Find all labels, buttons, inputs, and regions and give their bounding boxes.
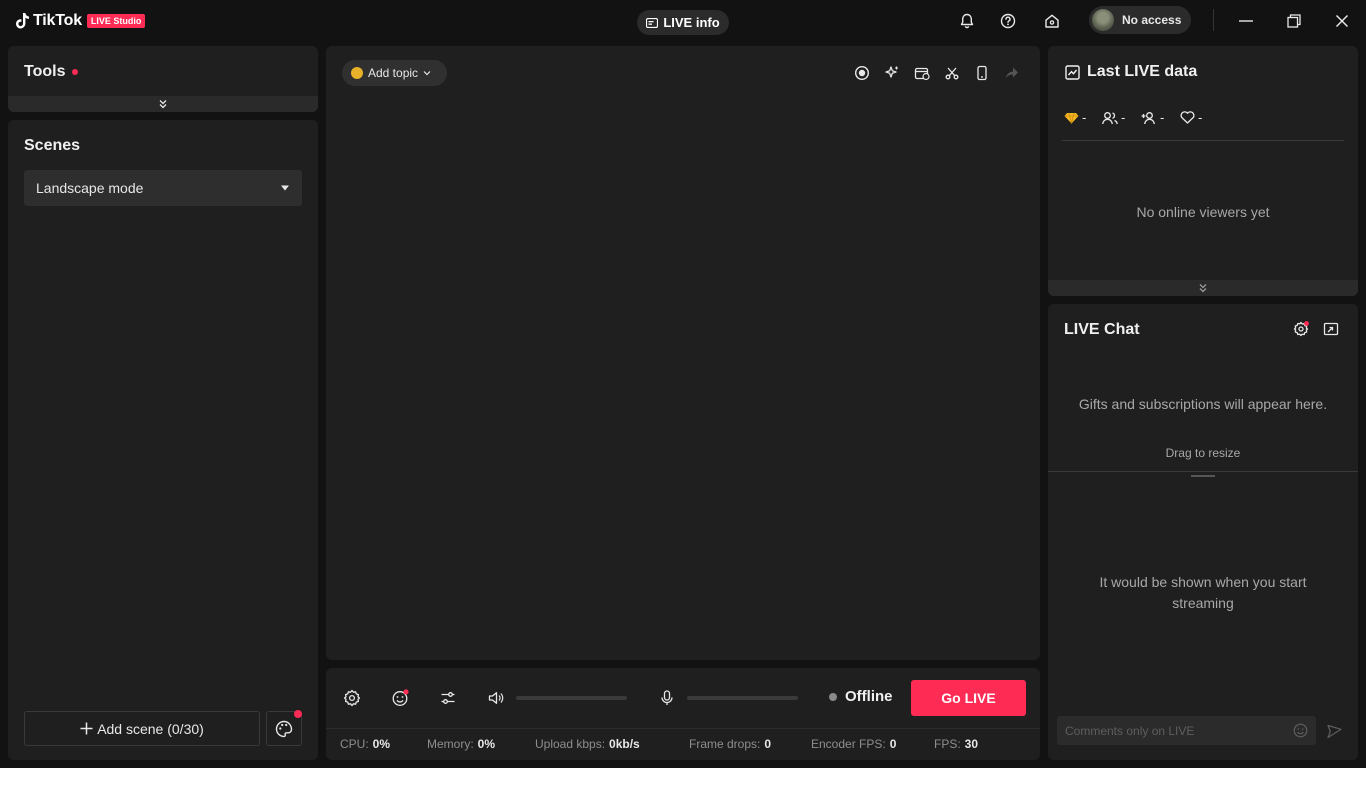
restore-window-icon[interactable] bbox=[1282, 9, 1306, 33]
tools-new-dot bbox=[72, 69, 79, 75]
last-live-header: Last LIVE data bbox=[1065, 63, 1197, 81]
stat-upload-kbps: Upload kbps: 0kb/s bbox=[535, 737, 640, 751]
new-followers-icon bbox=[1141, 111, 1157, 125]
home-icon[interactable] bbox=[1040, 9, 1064, 33]
adjustments-sliders-icon[interactable] bbox=[436, 687, 460, 709]
diamond-icon bbox=[1064, 112, 1079, 124]
speaker-volume-icon[interactable] bbox=[484, 687, 508, 709]
stream-status-label: Offline bbox=[845, 688, 893, 705]
chevron-down-icon bbox=[423, 70, 431, 76]
last-live-title: Last LIVE data bbox=[1087, 63, 1198, 80]
tiktok-note-icon bbox=[16, 13, 30, 29]
stat-fps: FPS: 30 bbox=[934, 737, 979, 751]
stat-frame-drops: Frame drops: 0 bbox=[689, 737, 772, 751]
topic-emoji-icon bbox=[351, 67, 363, 79]
scene-mode-select[interactable]: Landscape mode bbox=[24, 170, 302, 206]
chat-resize-divider[interactable] bbox=[1048, 471, 1358, 472]
add-scene-button[interactable]: Add scene (0/30) bbox=[24, 711, 260, 746]
comment-input[interactable]: Comments only on LIVE bbox=[1057, 716, 1316, 745]
tiktok-live-studio-window: TikTok LIVE Studio LIVE info No access T… bbox=[0, 0, 1366, 768]
help-icon[interactable] bbox=[996, 9, 1020, 33]
double-chevron-down-icon bbox=[158, 99, 168, 109]
stat-cpu: CPU: 0% bbox=[340, 737, 391, 751]
double-chevron-down-icon bbox=[1198, 283, 1208, 293]
tools-expand-toggle[interactable] bbox=[8, 96, 318, 112]
live-info-icon bbox=[646, 17, 659, 28]
drag-to-resize-hint: Drag to resize bbox=[1165, 446, 1241, 460]
last-live-divider bbox=[1062, 140, 1344, 141]
notifications-bell-icon[interactable] bbox=[955, 9, 979, 33]
no-viewers-message: No online viewers yet bbox=[1136, 204, 1270, 220]
last-live-data-panel: Last LIVE data No online viewers yet bbox=[1048, 46, 1358, 296]
wallet-icon[interactable] bbox=[912, 63, 932, 83]
status-dot bbox=[829, 692, 837, 701]
last-live-expand-toggle[interactable] bbox=[1048, 280, 1358, 296]
likes-icon bbox=[1180, 111, 1195, 124]
tools-header: Tools bbox=[24, 63, 79, 81]
plus-icon bbox=[80, 722, 93, 735]
metric-new-followers: - bbox=[1141, 110, 1164, 125]
microphone-icon[interactable] bbox=[655, 687, 679, 709]
go-live-button[interactable]: Go LIVE bbox=[911, 680, 1026, 716]
effects-face-icon[interactable] bbox=[388, 687, 412, 709]
preview-canvas[interactable] bbox=[326, 46, 1040, 660]
add-topic-button[interactable]: Add topic bbox=[342, 60, 447, 86]
palette-icon bbox=[274, 719, 294, 739]
share-icon[interactable] bbox=[1002, 63, 1022, 83]
account-button[interactable]: No access bbox=[1089, 6, 1191, 34]
title-bar: TikTok LIVE Studio LIVE info No access bbox=[0, 0, 1366, 42]
chat-settings-gear-icon[interactable] bbox=[1292, 320, 1310, 338]
stat-encoder-fps: Encoder FPS: 0 bbox=[811, 737, 897, 751]
live-studio-badge: LIVE Studio bbox=[86, 14, 146, 28]
chat-empty-message: It would be shown when you start streami… bbox=[1099, 574, 1307, 611]
palette-new-dot bbox=[294, 710, 302, 718]
gifts-hint-message: Gifts and subscriptions will appear here… bbox=[1078, 396, 1328, 412]
sparkle-effects-icon[interactable] bbox=[882, 63, 902, 83]
scene-mode-value: Landscape mode bbox=[36, 180, 144, 196]
live-info-label: LIVE info bbox=[663, 15, 720, 30]
close-icon[interactable] bbox=[1330, 9, 1354, 33]
add-scene-label: Add scene (0/30) bbox=[97, 720, 204, 737]
speaker-volume-slider[interactable] bbox=[516, 696, 627, 700]
control-bar-divider bbox=[326, 728, 1040, 729]
send-icon[interactable] bbox=[1325, 722, 1343, 740]
line-chart-icon bbox=[1065, 64, 1080, 80]
app-logo: TikTok LIVE Studio bbox=[16, 10, 146, 32]
metric-new-followers-value: - bbox=[1160, 110, 1165, 125]
tools-title: Tools bbox=[24, 63, 66, 80]
metric-diamonds-value: - bbox=[1082, 110, 1087, 125]
tools-scissors-icon[interactable] bbox=[942, 63, 962, 83]
settings-gear-icon[interactable] bbox=[340, 687, 364, 709]
metric-viewers: - bbox=[1102, 110, 1125, 125]
add-topic-label: Add topic bbox=[368, 66, 419, 80]
microphone-volume-slider[interactable] bbox=[687, 696, 798, 700]
portrait-phone-icon[interactable] bbox=[972, 63, 992, 83]
account-status: No access bbox=[1122, 13, 1182, 27]
resize-handle[interactable] bbox=[1191, 475, 1215, 477]
avatar bbox=[1092, 9, 1114, 31]
live-chat-panel: LIVE Chat Gifts and subscriptions will a… bbox=[1048, 304, 1358, 760]
pop-out-chat-icon[interactable] bbox=[1322, 320, 1340, 338]
emoji-icon[interactable] bbox=[1293, 723, 1308, 738]
record-icon[interactable] bbox=[852, 63, 872, 83]
title-bar-divider bbox=[1213, 9, 1214, 31]
minimize-icon[interactable] bbox=[1234, 9, 1258, 33]
metric-viewers-value: - bbox=[1121, 110, 1126, 125]
metric-diamonds: - bbox=[1064, 110, 1086, 125]
stream-status: Offline bbox=[829, 688, 893, 705]
stat-memory: Memory: 0% bbox=[427, 737, 496, 751]
metric-likes-value: - bbox=[1198, 110, 1203, 125]
live-chat-title: LIVE Chat bbox=[1064, 321, 1140, 338]
scenes-title: Scenes bbox=[24, 137, 81, 154]
comment-placeholder: Comments only on LIVE bbox=[1065, 723, 1195, 738]
scenes-panel: Scenes bbox=[8, 120, 318, 760]
caret-down-icon bbox=[280, 185, 290, 191]
app-name: TikTok bbox=[33, 12, 82, 29]
live-info-button[interactable]: LIVE info bbox=[637, 10, 729, 35]
tools-panel: Tools bbox=[8, 46, 318, 112]
viewers-icon bbox=[1102, 111, 1118, 125]
metric-likes: - bbox=[1180, 110, 1202, 125]
palette-button[interactable] bbox=[266, 710, 302, 746]
